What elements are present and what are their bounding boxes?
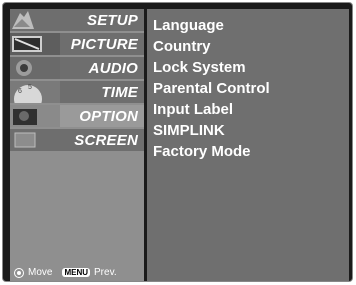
picture-thumbnail-icon [10, 33, 60, 55]
tv-menu-frame: SETUP PICTURE AUDIO 6 5 TIME OPTION SCRE… [2, 2, 353, 282]
menu-item-picture[interactable]: PICTURE [10, 33, 144, 57]
menu-item-screen[interactable]: SCREEN [10, 129, 144, 153]
audio-thumbnail-icon [10, 57, 60, 79]
menu-item-audio[interactable]: AUDIO [10, 57, 144, 81]
option-parental-control[interactable]: Parental Control [153, 80, 270, 97]
menu-item-setup[interactable]: SETUP [10, 9, 144, 33]
time-thumbnail-icon: 6 5 [10, 81, 60, 103]
menu-button-badge: MENU [62, 268, 91, 277]
nav-hint-bar: Move MENU Prev. [14, 267, 117, 278]
option-country[interactable]: Country [153, 38, 211, 55]
menu-item-time[interactable]: 6 5 TIME [10, 81, 144, 105]
option-submenu: Language Country Lock System Parental Co… [147, 9, 349, 281]
menu-item-label: OPTION [79, 108, 138, 125]
move-label: Move [28, 267, 53, 278]
menu-item-label: PICTURE [70, 36, 138, 53]
option-thumbnail-icon [10, 105, 60, 127]
option-language[interactable]: Language [153, 17, 224, 34]
category-panel: SETUP PICTURE AUDIO 6 5 TIME OPTION SCRE… [10, 9, 144, 281]
svg-text:5: 5 [28, 84, 32, 91]
screen-thumbnail-icon [10, 129, 60, 151]
prev-label: Prev. [94, 267, 117, 278]
svg-text:6: 6 [18, 88, 22, 95]
option-simplink[interactable]: SIMPLINK [153, 122, 225, 139]
menu-item-option[interactable]: OPTION [10, 105, 144, 129]
move-icon [14, 267, 24, 278]
menu-item-label: SCREEN [74, 132, 138, 149]
setup-thumbnail-icon [10, 9, 60, 31]
menu-item-label: SETUP [86, 12, 138, 29]
option-lock-system[interactable]: Lock System [153, 59, 246, 76]
option-input-label[interactable]: Input Label [153, 101, 233, 118]
menu-item-label: AUDIO [88, 60, 138, 77]
option-factory-mode[interactable]: Factory Mode [153, 143, 251, 160]
menu-item-label: TIME [101, 84, 138, 101]
